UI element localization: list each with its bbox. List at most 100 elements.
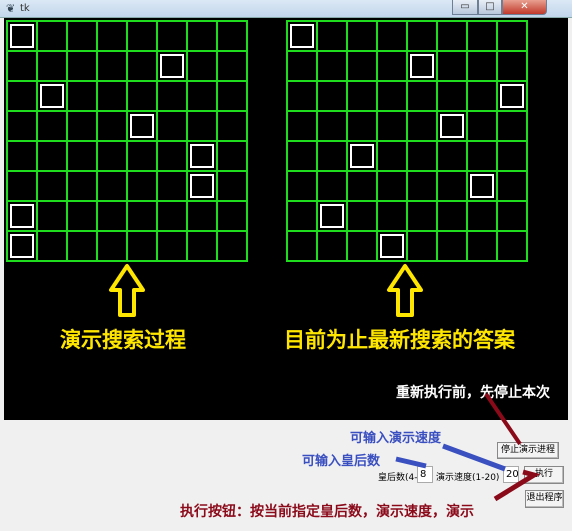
board-cell xyxy=(288,232,318,262)
board-cell xyxy=(288,82,318,112)
board-cell xyxy=(98,172,128,202)
board-cell xyxy=(8,112,38,142)
stop-button[interactable]: 停止演示进程 xyxy=(497,442,559,459)
board-cell xyxy=(408,202,438,232)
board-cell xyxy=(128,22,158,52)
board-cell xyxy=(438,172,468,202)
board-cell xyxy=(378,202,408,232)
board-cell xyxy=(98,142,128,172)
board-cell xyxy=(468,22,498,52)
stop-note: 重新执行前，先停止本次 xyxy=(396,385,550,401)
search-board xyxy=(6,20,248,262)
board-cell xyxy=(128,202,158,232)
board-cell xyxy=(158,22,188,52)
board-cell xyxy=(348,232,378,262)
canvas: 演示搜索过程 目前为止最新搜索的答案 重新执行前，先停止本次 xyxy=(4,18,568,420)
exit-button[interactable]: 退出程序 xyxy=(525,490,564,508)
close-button[interactable]: ✕ xyxy=(502,0,547,15)
board-cell xyxy=(68,142,98,172)
board-cell xyxy=(468,112,498,142)
board-cell xyxy=(98,202,128,232)
search-label: 演示搜索过程 xyxy=(60,328,186,352)
board-cell xyxy=(408,82,438,112)
board-cell xyxy=(468,142,498,172)
board-cell xyxy=(98,22,128,52)
queen-cell xyxy=(408,52,438,82)
queen-cell xyxy=(378,232,408,262)
board-cell xyxy=(318,172,348,202)
board-cell xyxy=(38,232,68,262)
run-button[interactable]: 执行 xyxy=(524,466,564,484)
board-cell xyxy=(288,172,318,202)
board-cell xyxy=(128,82,158,112)
board-cell xyxy=(68,22,98,52)
queen-cell xyxy=(8,232,38,262)
speed-label: 演示速度(1-20) xyxy=(436,473,500,483)
queen-cell xyxy=(288,22,318,52)
board-cell xyxy=(288,52,318,82)
board-cell xyxy=(158,172,188,202)
answer-board xyxy=(286,20,528,262)
board-cell xyxy=(218,112,248,142)
board-cell xyxy=(188,82,218,112)
board-cell xyxy=(218,232,248,262)
board-cell xyxy=(348,202,378,232)
answer-label: 目前为止最新搜索的答案 xyxy=(284,328,515,352)
board-cell xyxy=(218,82,248,112)
board-cell xyxy=(68,82,98,112)
board-cell xyxy=(38,172,68,202)
speed-input[interactable] xyxy=(503,466,519,483)
minimize-button[interactable]: ▭ xyxy=(452,0,478,15)
board-cell xyxy=(188,202,218,232)
board-cell xyxy=(218,52,248,82)
board-cell xyxy=(68,172,98,202)
board-cell xyxy=(498,172,528,202)
queens-note: 可输入皇后数 xyxy=(302,454,381,469)
arrow-to-queens-input xyxy=(395,456,427,469)
board-cell xyxy=(438,52,468,82)
board-cell xyxy=(318,82,348,112)
board-cell xyxy=(158,112,188,142)
queen-cell xyxy=(468,172,498,202)
up-arrow-icon xyxy=(109,264,145,317)
maximize-button[interactable]: □ xyxy=(478,0,502,15)
queen-cell xyxy=(188,172,218,202)
board-cell xyxy=(468,232,498,262)
board-cell xyxy=(378,172,408,202)
board-cell xyxy=(318,232,348,262)
queen-cell xyxy=(438,112,468,142)
board-cell xyxy=(158,142,188,172)
board-cell xyxy=(98,82,128,112)
queens-input[interactable] xyxy=(417,466,433,483)
board-cell xyxy=(288,142,318,172)
board-cell xyxy=(498,52,528,82)
board-cell xyxy=(288,202,318,232)
queen-cell xyxy=(158,52,188,82)
board-cell xyxy=(188,232,218,262)
board-cell xyxy=(68,52,98,82)
board-cell xyxy=(378,52,408,82)
board-cell xyxy=(408,142,438,172)
board-cell xyxy=(348,52,378,82)
board-cell xyxy=(438,202,468,232)
board-cell xyxy=(348,82,378,112)
board-cell xyxy=(8,82,38,112)
board-cell xyxy=(8,142,38,172)
board-cell xyxy=(438,82,468,112)
queen-cell xyxy=(128,112,158,142)
board-cell xyxy=(188,22,218,52)
board-cell xyxy=(498,232,528,262)
board-cell xyxy=(38,52,68,82)
board-cell xyxy=(498,142,528,172)
board-cell xyxy=(348,172,378,202)
board-cell xyxy=(38,202,68,232)
board-cell xyxy=(158,202,188,232)
board-cell xyxy=(498,22,528,52)
queen-cell xyxy=(38,82,68,112)
queen-cell xyxy=(8,22,38,52)
board-cell xyxy=(158,82,188,112)
board-cell xyxy=(128,172,158,202)
board-cell xyxy=(128,232,158,262)
board-cell xyxy=(8,52,38,82)
board-cell xyxy=(218,172,248,202)
